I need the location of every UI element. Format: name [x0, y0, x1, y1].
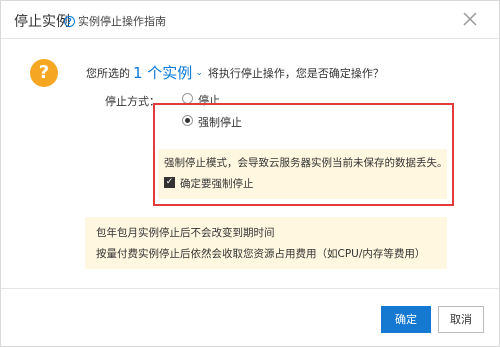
billing-info-line-2: 按量付费实例停止后依然会收取您资源占用费用（如CPU/内存等费用） — [96, 248, 426, 260]
billing-info-line-1: 包年包月实例停止后不会改变到期时间 — [96, 227, 275, 239]
force-stop-warning: 强制停止模式，会导致云服务器实例当前未保存的数据丢失。 ✓ 确定要强制停止 — [158, 149, 448, 199]
confirm-force-stop-checkbox[interactable]: ✓ — [164, 177, 175, 188]
stop-mode-label: 停止方式： — [105, 95, 160, 108]
question-suffix: 将执行停止操作，您是否确定操作？ — [207, 66, 384, 80]
billing-info: 包年包月实例停止后不会改变到期时间 按量付费实例停止后依然会收取您资源占用费用（… — [85, 217, 447, 269]
stop-instance-dialog: 停止实例 ? 实例停止操作指南 ? 您所选的 1 个实例 ⌄ 将执行停止操作，您… — [0, 0, 500, 347]
guide-link-label: 实例停止操作指南 — [78, 15, 166, 28]
question-prefix: 您所选的 — [86, 66, 130, 80]
question-icon: ? — [30, 59, 58, 87]
confirm-question: 您所选的 1 个实例 ⌄ 将执行停止操作，您是否确定操作？ — [86, 62, 384, 83]
cancel-button[interactable]: 取消 — [438, 306, 484, 333]
footer-divider — [1, 288, 499, 289]
confirm-force-stop-label[interactable]: 确定要强制停止 — [180, 176, 254, 191]
ok-button[interactable]: 确定 — [381, 306, 431, 333]
dialog-header: 停止实例 ? 实例停止操作指南 — [1, 1, 499, 39]
dialog-title: 停止实例 — [14, 14, 70, 30]
radio-force-stop[interactable] — [182, 115, 193, 126]
force-stop-warning-text: 强制停止模式，会导致云服务器实例当前未保存的数据丢失。 — [164, 157, 448, 169]
radio-force-stop-label[interactable]: 强制停止 — [198, 114, 242, 130]
guide-link[interactable]: ? 实例停止操作指南 — [64, 13, 166, 29]
help-icon: ? — [64, 15, 75, 27]
close-icon[interactable] — [461, 10, 479, 28]
chevron-down-icon[interactable]: ⌄ — [195, 68, 203, 78]
instance-count-link[interactable]: 1 个实例 — [133, 62, 192, 83]
